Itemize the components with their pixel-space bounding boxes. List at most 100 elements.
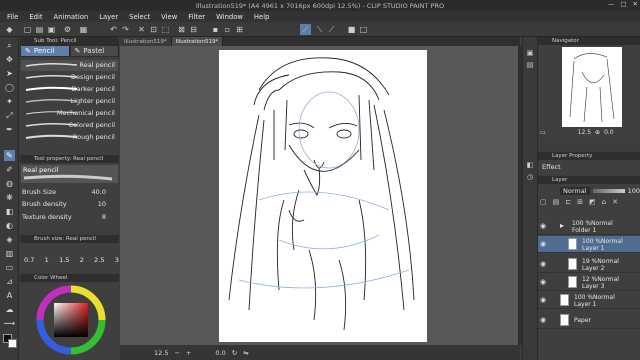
close-button[interactable]: ✕: [633, 0, 638, 8]
menu-edit[interactable]: Edit: [29, 13, 42, 21]
fill-icon[interactable]: ◈: [4, 234, 15, 245]
undo-icon[interactable]: ↶: [108, 24, 119, 35]
tab-pencil[interactable]: ✎ Pencil: [20, 45, 70, 57]
brush-mode-icon[interactable]: ⟍: [314, 24, 325, 35]
navigator-tab-icon[interactable]: ▣: [525, 48, 535, 58]
lock-icon[interactable]: ⌂: [602, 198, 606, 208]
layer-row-layer-3[interactable]: ◉ 12 %Normal Layer 3: [538, 274, 640, 291]
nav-zoom-value[interactable]: 12.5: [578, 129, 591, 136]
auto-select-icon[interactable]: ✦: [4, 96, 15, 107]
pencil-icon[interactable]: ✎: [4, 150, 15, 161]
ruler-layer-icon[interactable]: ⊞: [577, 198, 583, 208]
menu-animation[interactable]: Animation: [54, 13, 89, 21]
layer-row-bottom-layer-1[interactable]: ◉ 100 %Normal Layer 1: [538, 292, 640, 309]
new-folder-icon[interactable]: ▤: [553, 198, 560, 208]
menu-help[interactable]: Help: [254, 13, 270, 21]
sub-color-swatch[interactable]: [8, 339, 17, 348]
size-option[interactable]: 2.5: [94, 256, 104, 264]
menu-layer[interactable]: Layer: [99, 13, 118, 21]
layer-row-folder-1[interactable]: ◉ ▸ 100 %Normal Folder 1: [538, 218, 640, 235]
open-file-icon[interactable]: ▤: [34, 24, 45, 35]
nav-rotation-value[interactable]: 0.0: [604, 129, 614, 136]
brush-item-design-pencil[interactable]: Design pencil: [21, 72, 118, 83]
brush-item-darker-pencil[interactable]: Darker pencil: [21, 84, 118, 95]
balloon-icon[interactable]: ☁: [4, 304, 15, 315]
layout-icon[interactable]: ▦: [78, 24, 89, 35]
layer-row-paper[interactable]: ◉ Paper: [538, 312, 640, 329]
brush-icon[interactable]: ✐: [4, 164, 15, 175]
zoom-value[interactable]: 12.5: [154, 349, 168, 357]
maximize-button[interactable]: □: [620, 0, 626, 8]
menu-filter[interactable]: Filter: [188, 13, 205, 21]
eye-icon[interactable]: ◉: [540, 222, 548, 230]
brush-item-real-pencil[interactable]: Real pencil: [21, 60, 118, 71]
mask-icon[interactable]: ◩: [589, 198, 596, 208]
move-icon[interactable]: ✥: [4, 54, 15, 65]
tab-pastel[interactable]: ✎ Pastel: [69, 45, 119, 57]
rotate-icon[interactable]: ↻: [232, 349, 237, 357]
decoration-icon[interactable]: ❋: [4, 192, 15, 203]
brush-item-lighter-pencil[interactable]: Lighter pencil: [21, 96, 118, 107]
brush-item-colored-pencil[interactable]: Colored pencil: [21, 120, 118, 131]
zoom-out-icon[interactable]: −: [174, 349, 179, 357]
doc-tab-active[interactable]: Illustration519*: [171, 37, 224, 46]
texture-density-value[interactable]: 8: [102, 213, 106, 221]
eye-icon[interactable]: ◉: [540, 260, 548, 268]
eye-icon[interactable]: ◉: [540, 278, 548, 286]
minimize-button[interactable]: —: [608, 0, 615, 8]
invert-selection-icon[interactable]: ⊟: [188, 24, 199, 35]
zoom-icon[interactable]: ⌕: [4, 40, 15, 51]
size-option[interactable]: 2: [80, 256, 84, 264]
brush-density-row[interactable]: Brush density 10: [22, 199, 118, 209]
brush-item-mechanical-pencil[interactable]: Mechanical pencil: [21, 108, 118, 119]
size-option[interactable]: 0.7: [24, 256, 34, 264]
sub-view-icon[interactable]: ▤: [525, 60, 535, 70]
menu-select[interactable]: Select: [129, 13, 150, 21]
stabilizer-icon[interactable]: ⟋: [300, 24, 311, 35]
stroke-mode-icon[interactable]: ⟋: [326, 24, 337, 35]
opacity-value[interactable]: 100: [628, 187, 640, 195]
ruler-tool-icon[interactable]: ⊿: [4, 276, 15, 287]
sketch-drawing[interactable]: [219, 50, 427, 342]
opacity-slider[interactable]: [592, 189, 625, 193]
deselect-icon[interactable]: ⊠: [176, 24, 187, 35]
new-layer-icon[interactable]: ▫: [222, 24, 233, 35]
lasso-icon[interactable]: ◯: [4, 82, 15, 93]
canvas-paper[interactable]: [219, 50, 427, 342]
airbrush-icon[interactable]: ◍: [4, 178, 15, 189]
layer-row-layer-1[interactable]: ◉ 100 %Normal Layer 1: [538, 236, 640, 253]
new-file-icon[interactable]: ▢: [22, 24, 33, 35]
new-raster-layer-icon[interactable]: ▢: [540, 198, 547, 208]
eraser-icon[interactable]: ◧: [4, 206, 15, 217]
clear-icon[interactable]: ✕: [136, 24, 147, 35]
delete-layer-icon[interactable]: ✕: [612, 198, 618, 208]
crop-icon[interactable]: ⊡: [148, 24, 159, 35]
transform-icon[interactable]: ⬚: [160, 24, 171, 35]
clip-icon[interactable]: ⊏: [565, 198, 571, 208]
gradient-icon[interactable]: ▥: [4, 248, 15, 259]
menu-view[interactable]: View: [161, 13, 177, 21]
color-wheel[interactable]: [36, 285, 106, 355]
nav-zoom-out-icon[interactable]: ▭: [540, 129, 546, 136]
texture-density-row[interactable]: Texture density 8: [22, 212, 118, 222]
rotation-value[interactable]: 0.0: [215, 349, 225, 357]
eye-icon[interactable]: ◉: [540, 296, 548, 304]
pen-icon[interactable]: ✒: [4, 124, 15, 135]
blend-mode-select[interactable]: Normal: [560, 187, 590, 195]
menu-file[interactable]: File: [7, 13, 18, 21]
eye-icon[interactable]: ◉: [540, 316, 548, 324]
brush-item-rough-pencil[interactable]: Rough pencil: [21, 132, 118, 143]
doc-tab[interactable]: Illustration519*: [120, 37, 172, 46]
navigator-preview[interactable]: [562, 47, 622, 127]
flip-icon[interactable]: ⇋: [243, 349, 248, 357]
redo-icon[interactable]: ↷: [120, 24, 131, 35]
layer-property-icon[interactable]: ◧: [525, 160, 535, 170]
brush-size-row[interactable]: Brush Size 40.0: [22, 187, 118, 197]
brush-density-value[interactable]: 10: [98, 200, 106, 208]
nav-zoom-in-icon[interactable]: ⊕: [595, 129, 600, 136]
text-icon[interactable]: A: [4, 290, 15, 301]
eyedropper-icon[interactable]: ⤢: [4, 110, 15, 121]
blend-icon[interactable]: ◐: [4, 220, 15, 231]
save-icon[interactable]: ▣: [46, 24, 57, 35]
color-swatch-white-icon[interactable]: □: [358, 24, 369, 35]
